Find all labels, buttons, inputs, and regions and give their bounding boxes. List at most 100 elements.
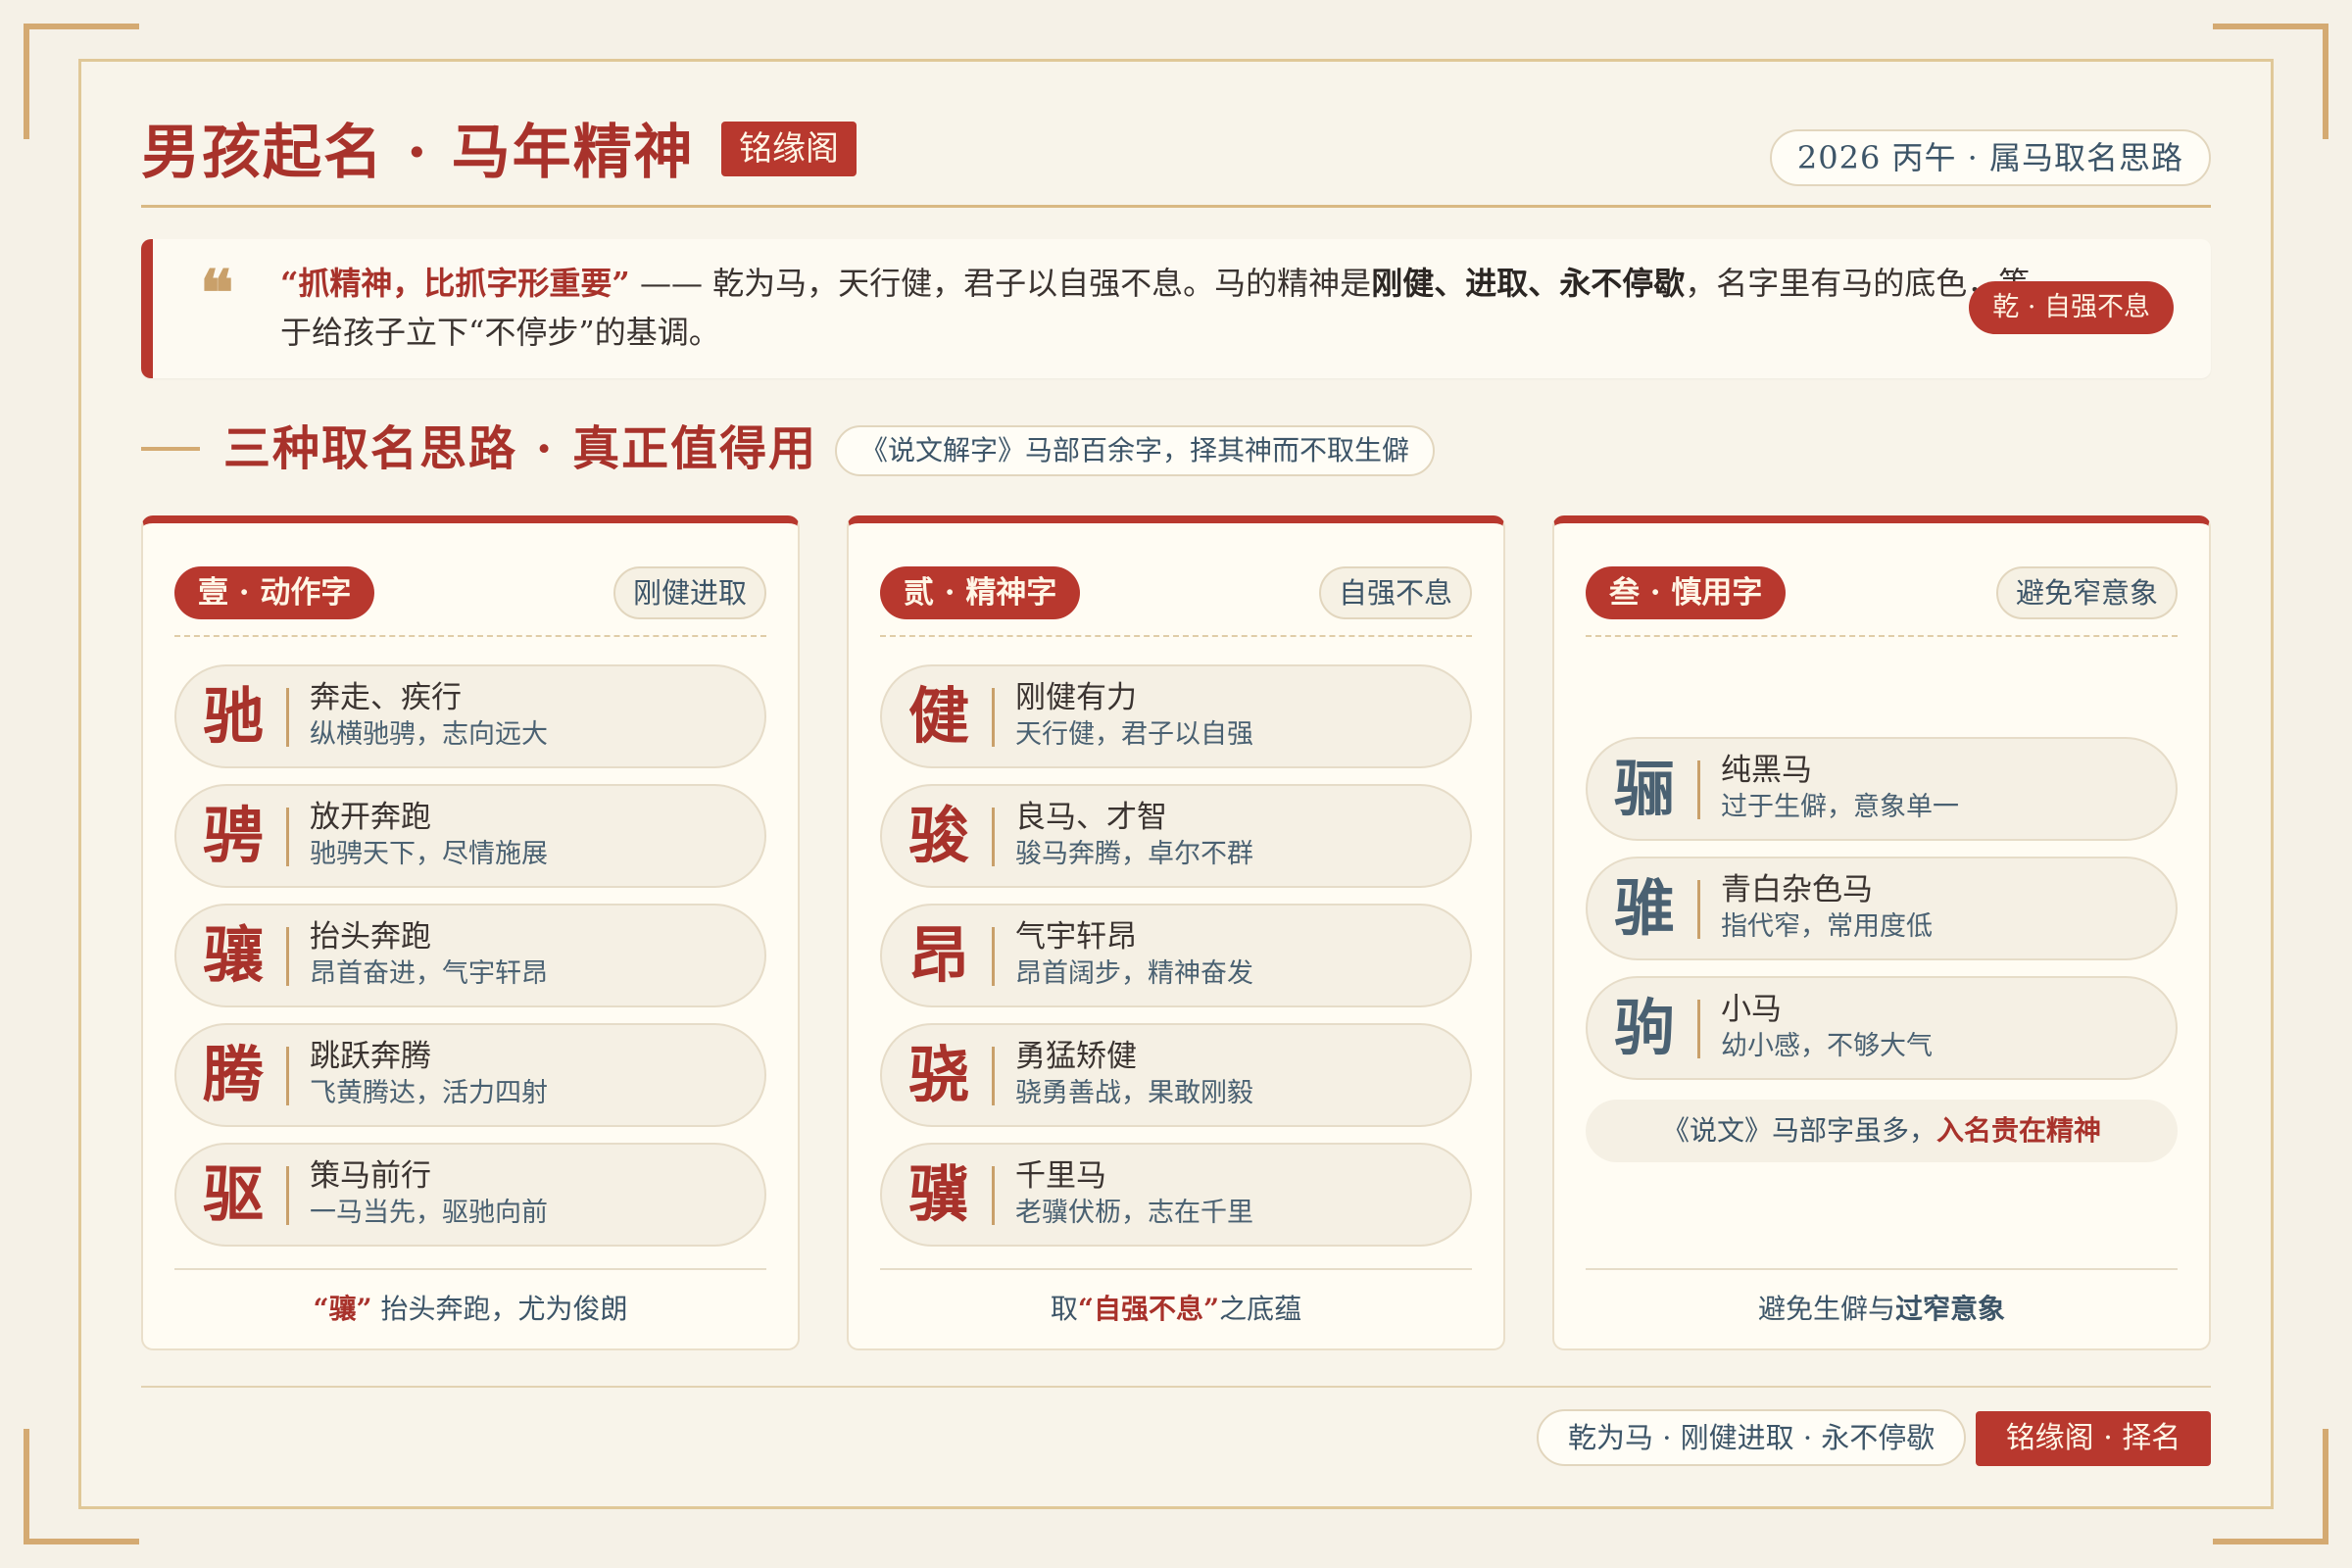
char: 骥 (907, 1158, 969, 1230)
char: 骋 (202, 800, 264, 871)
char-meaning: 勇猛矫健 (1015, 1039, 1137, 1074)
char-desc: 昂首奋进，气宇轩昂 (310, 958, 548, 989)
card-tag: 叁 · 慎用字 (1586, 566, 1787, 619)
char-meaning: 小马 (1721, 992, 1782, 1027)
quote-strong: 刚健、进取、永不停歇 (1371, 265, 1686, 302)
divider (992, 1166, 995, 1225)
char: 骧 (202, 919, 264, 991)
char-desc: 一马当先，驱驰向前 (310, 1198, 548, 1228)
char-meaning: 刚健有力 (1015, 680, 1137, 715)
char-meaning: 策马前行 (310, 1158, 431, 1194)
header: 男孩起名 · 马年精神 铭缘阁 2026 丙午 · 属马取名思路 (141, 114, 2211, 208)
char-item: 骓 青白杂色马 指代窄，常用度低 (1586, 857, 2178, 960)
footer-brand-tag: 铭缘阁 · 择名 (1976, 1411, 2211, 1466)
divider (286, 688, 289, 747)
char-meaning: 纯黑马 (1721, 753, 1812, 788)
char-desc: 天行健，君子以自强 (1015, 719, 1253, 750)
card-spirit-words: 贰 · 精神字 自强不息 健 刚健有力 天行健，君子以自强 骏 良马、才智 骏马… (847, 515, 1505, 1350)
char-desc: 纵横驰骋，志向远大 (310, 719, 548, 750)
char: 健 (907, 680, 969, 752)
char-item: 腾 跳跃奔腾 飞黄腾达，活力四射 (174, 1023, 766, 1127)
quote-banner: ❝ “抓精神，比抓字形重要” —— 乾为马，天行健，君子以自强不息。马的精神是刚… (141, 239, 2211, 378)
char-desc: 老骥伏枥，志在千里 (1015, 1198, 1253, 1228)
divider (992, 927, 995, 986)
char-meaning: 奔走、疾行 (310, 680, 462, 715)
note-emphasis: 入名贵在精神 (1936, 1114, 2102, 1147)
divider (992, 688, 995, 747)
char-meaning: 跳跃奔腾 (310, 1039, 431, 1074)
divider (141, 1386, 2211, 1388)
quote-body-1: —— 乾为马，天行健，君子以自强不息。马的精神是 (629, 265, 1372, 302)
char: 腾 (202, 1039, 264, 1110)
card-footer: 避免生僻与过窄意象 (1554, 1288, 2209, 1331)
footer-emphasis: 过窄意象 (1895, 1293, 2006, 1325)
quote-lead: “抓精神，比抓字形重要” (280, 265, 630, 302)
char-item: 骊 纯黑马 过于生僻，意象单一 (1586, 737, 2178, 841)
card-note: 避免窄意象 (1995, 566, 2178, 619)
divider (880, 635, 1472, 637)
char-item: 骋 放开奔跑 驰骋天下，尽情施展 (174, 784, 766, 888)
footer-text: 之底蕴 (1219, 1293, 1302, 1325)
note-text: 《说文》马部字虽多， (1661, 1114, 1936, 1147)
char-item: 骥 千里马 老骥伏枥，志在千里 (880, 1143, 1472, 1247)
card-tag: 贰 · 精神字 (880, 566, 1081, 619)
char-meaning: 青白杂色马 (1721, 872, 1873, 907)
card-tag: 壹 · 动作字 (174, 566, 375, 619)
divider (880, 1268, 1472, 1270)
quote-mark-icon: ❝ (200, 257, 234, 330)
char-desc: 昂首阔步，精神奋发 (1015, 958, 1253, 989)
section-rule (141, 447, 200, 451)
char-desc: 骏马奔腾，卓尔不群 (1015, 839, 1253, 869)
quote-text: “抓精神，比抓字形重要” —— 乾为马，天行健，君子以自强不息。马的精神是刚健、… (280, 259, 2044, 357)
char-meaning: 气宇轩昂 (1015, 919, 1137, 955)
char-item: 骁 勇猛矫健 骁勇善战，果敢刚毅 (880, 1023, 1472, 1127)
char-desc: 指代窄，常用度低 (1721, 911, 1933, 942)
divider (1586, 635, 2178, 637)
char-desc: 幼小感，不够大气 (1721, 1031, 1933, 1061)
char-desc: 驰骋天下，尽情施展 (310, 839, 548, 869)
char-item: 驱 策马前行 一马当先，驱驰向前 (174, 1143, 766, 1247)
char-meaning: 放开奔跑 (310, 800, 431, 835)
footer-text: 避免生僻与 (1757, 1293, 1895, 1325)
brand-tag: 铭缘阁 (721, 122, 857, 176)
divider (286, 1166, 289, 1225)
char-item: 骧 抬头奔跑 昂首奋进，气宇轩昂 (174, 904, 766, 1007)
footer-emphasis: “自强不息” (1077, 1293, 1220, 1325)
char-desc: 飞黄腾达，活力四射 (310, 1078, 548, 1108)
divider (174, 635, 766, 637)
char-item: 驹 小马 幼小感，不够大气 (1586, 976, 2178, 1080)
divider (1697, 880, 1700, 939)
divider (286, 1047, 289, 1105)
quote-badge: 乾 · 自强不息 (1969, 281, 2174, 334)
footer-emphasis: “骧” (313, 1293, 372, 1325)
char: 驱 (202, 1158, 264, 1230)
char-meaning: 良马、才智 (1015, 800, 1167, 835)
footer-text: 取 (1050, 1293, 1078, 1325)
char-meaning: 抬头奔跑 (310, 919, 431, 955)
divider (1697, 760, 1700, 819)
divider (286, 808, 289, 866)
divider (992, 808, 995, 866)
divider (1586, 1268, 2178, 1270)
char-item: 健 刚健有力 天行健，君子以自强 (880, 664, 1472, 768)
section-title: 三种取名思路 · 真正值得用 (223, 421, 818, 476)
char: 驰 (202, 680, 264, 752)
divider (286, 927, 289, 986)
section-pill: 《说文解字》马部百余字，择其神而不取生僻 (835, 425, 1436, 476)
char: 骓 (1613, 872, 1675, 944)
card-note: 刚健进取 (612, 566, 766, 619)
divider (174, 1268, 766, 1270)
char: 骁 (907, 1039, 969, 1110)
char-item: 驰 奔走、疾行 纵横驰骋，志向远大 (174, 664, 766, 768)
char-item: 昂 气宇轩昂 昂首阔步，精神奋发 (880, 904, 1472, 1007)
char: 昂 (907, 919, 969, 991)
char-meaning: 千里马 (1015, 1158, 1106, 1194)
footer-pill: 乾为马 · 刚健进取 · 永不停歇 (1537, 1409, 1967, 1466)
card-footer: 取“自强不息”之底蕴 (849, 1288, 1503, 1331)
card-caution-words: 叁 · 慎用字 避免窄意象 骊 纯黑马 过于生僻，意象单一 骓 青白杂色马 指代… (1552, 515, 2211, 1350)
char-item: 骏 良马、才智 骏马奔腾，卓尔不群 (880, 784, 1472, 888)
char-desc: 过于生僻，意象单一 (1721, 792, 1959, 822)
char-desc: 骁勇善战，果敢刚毅 (1015, 1078, 1253, 1108)
note-pill: 《说文》马部字虽多，入名贵在精神 (1586, 1100, 2178, 1162)
card-action-words: 壹 · 动作字 刚健进取 驰 奔走、疾行 纵横驰骋，志向远大 骋 放开奔跑 驰骋… (141, 515, 800, 1350)
